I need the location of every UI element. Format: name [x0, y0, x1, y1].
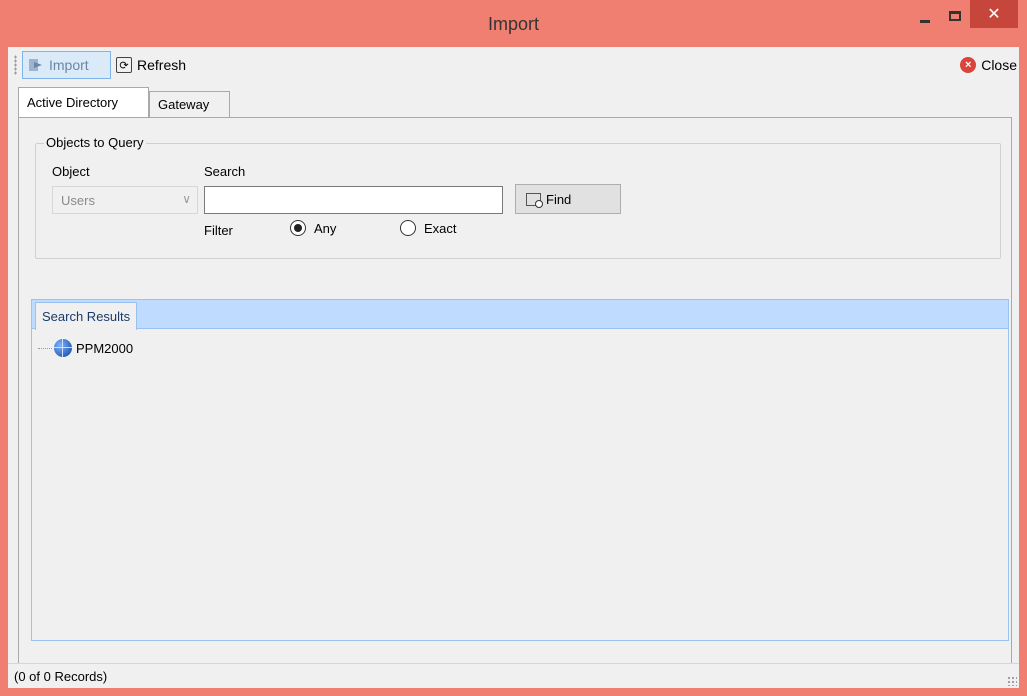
search-input[interactable]	[204, 186, 503, 214]
toolbar-grip[interactable]	[14, 55, 17, 75]
maximize-icon	[949, 11, 961, 21]
filter-exact-label: Exact	[424, 220, 457, 236]
filter-any-label: Any	[314, 220, 337, 236]
tab-gateway-label: Gateway	[158, 97, 210, 112]
resize-grip-icon[interactable]	[1007, 676, 1017, 686]
tree-node-label: PPM2000	[76, 340, 134, 356]
tab-active-directory[interactable]: Active Directory	[18, 87, 149, 117]
tree-connector	[38, 347, 52, 349]
close-circle-icon: ×	[960, 57, 977, 73]
object-select-value: Users	[61, 192, 95, 208]
refresh-button-label: Refresh	[137, 57, 187, 73]
radio-checked-icon	[290, 220, 306, 236]
search-results-pane: Search Results PPM2000	[31, 299, 1009, 641]
window-close-button[interactable]: ✕	[970, 0, 1018, 28]
refresh-icon: ⟳	[116, 57, 132, 73]
window-title: Import	[487, 14, 539, 34]
group-legend: Objects to Query	[44, 135, 146, 150]
refresh-button[interactable]: ⟳ Refresh	[116, 51, 186, 79]
title-bar[interactable]: Import ✕	[0, 0, 1027, 47]
active-directory-panel: Objects to Query Object Search Users ∨ F…	[18, 117, 1012, 682]
chevron-down-icon: ∨	[182, 192, 191, 206]
tree-node-ppm2000[interactable]: PPM2000	[38, 338, 133, 358]
radio-unchecked-icon	[400, 220, 416, 236]
tab-search-results[interactable]: Search Results	[35, 302, 138, 330]
find-button[interactable]: Find	[515, 184, 621, 214]
minimize-icon	[920, 19, 930, 23]
status-bar: (0 of 0 Records)	[8, 663, 1019, 688]
filter-label: Filter	[204, 223, 233, 238]
search-label: Search	[204, 164, 246, 179]
close-button-label: Close	[981, 57, 1017, 73]
search-results-label: Search Results	[42, 309, 131, 324]
minimize-button[interactable]	[912, 2, 938, 30]
close-button[interactable]: × Close	[960, 51, 1017, 79]
maximize-button[interactable]	[942, 2, 968, 30]
globe-icon	[54, 339, 72, 357]
objects-to-query-group: Objects to Query Object Search Users ∨ F…	[35, 135, 1001, 259]
filter-exact-radio[interactable]: Exact	[400, 220, 457, 236]
import-button[interactable]: Import	[22, 51, 111, 79]
find-button-label: Find	[546, 191, 572, 207]
tab-gateway[interactable]: Gateway	[149, 91, 230, 117]
results-header: Search Results	[32, 300, 1008, 330]
toolbar: Import ⟳ Refresh × Close	[8, 47, 1019, 83]
tab-active-directory-label: Active Directory	[27, 95, 119, 110]
find-icon	[526, 192, 543, 208]
import-window: Import ✕ Import ⟳ Refresh × Close Active…	[0, 0, 1027, 696]
client-area: Import ⟳ Refresh × Close Active Director…	[8, 47, 1019, 688]
close-x-icon: ✕	[987, 6, 1001, 23]
import-arrow-icon	[29, 59, 42, 71]
record-count: (0 of 0 Records)	[14, 668, 108, 684]
object-label: Object	[52, 164, 90, 179]
filter-any-radio[interactable]: Any	[290, 220, 336, 236]
object-select[interactable]: Users ∨	[52, 186, 198, 214]
import-button-label: Import	[49, 57, 89, 73]
